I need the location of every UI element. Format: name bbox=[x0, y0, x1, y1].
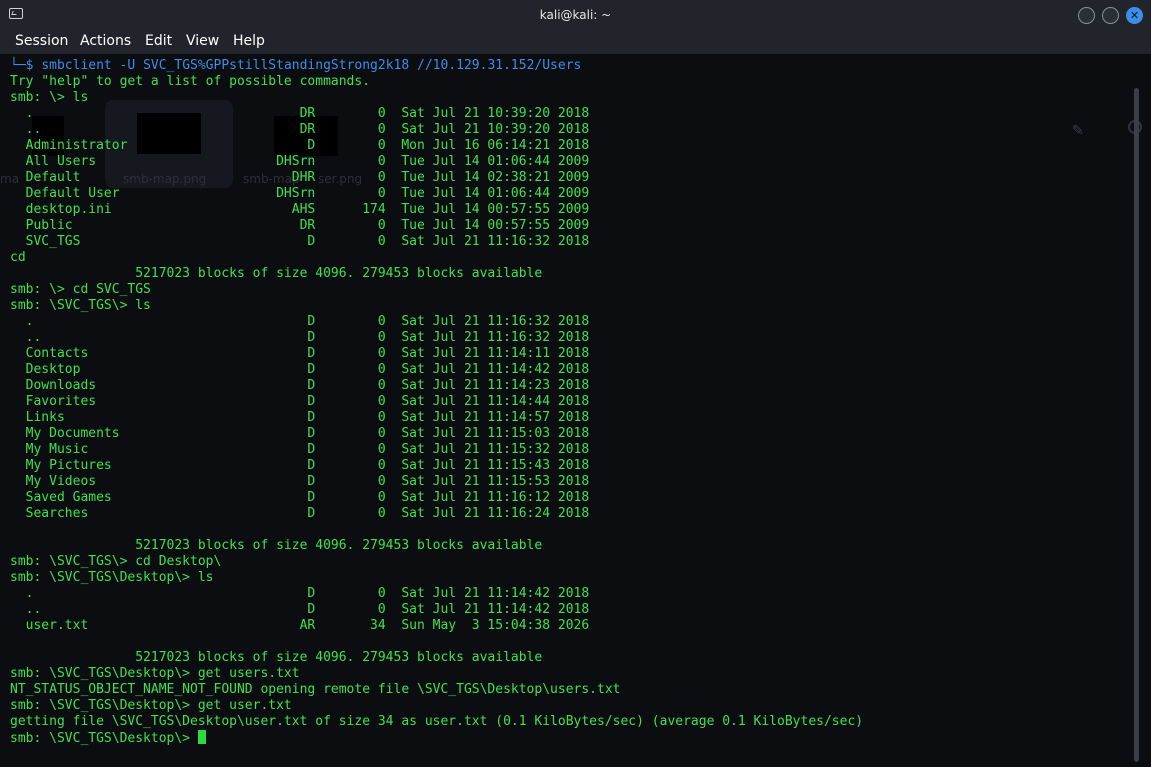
terminal-line: smb: \SVC_TGS\Desktop\> ls bbox=[10, 570, 214, 585]
terminal-line: Saved Games D 0 Sat Jul 21 11:16:12 2018 bbox=[10, 490, 590, 505]
terminal-line: 5217023 blocks of size 4096. 279453 bloc… bbox=[10, 266, 543, 281]
menu-session[interactable]: Session bbox=[15, 33, 68, 49]
close-button[interactable]: ✕ bbox=[1126, 7, 1143, 24]
terminal-line: Searches D 0 Sat Jul 21 11:16:24 2018 bbox=[10, 506, 590, 521]
title-bar[interactable]: kali@kali: ~ ✕ bbox=[0, 0, 1151, 30]
terminal-line: NT_STATUS_OBJECT_NAME_NOT_FOUND opening … bbox=[10, 682, 621, 697]
terminal-output-area[interactable]: ma smb-map.png smb-map ser.png ✎ └─$ smb… bbox=[0, 54, 1142, 767]
command-name: smbclient bbox=[41, 58, 112, 73]
output-lines: Try "help" to get a list of possible com… bbox=[10, 74, 863, 730]
active-prompt-line[interactable]: smb: \SVC_TGS\Desktop\> bbox=[10, 730, 863, 746]
terminal-line: 5217023 blocks of size 4096. 279453 bloc… bbox=[10, 650, 543, 665]
menu-edit[interactable]: Edit bbox=[145, 33, 172, 49]
prompt-branch: └─ bbox=[10, 58, 26, 73]
menu-bar: Session Actions Edit View Help bbox=[0, 30, 1151, 54]
terminal-line: Default DHR 0 Tue Jul 14 02:38:21 2009 bbox=[10, 170, 590, 185]
terminal-line: Administrator D 0 Mon Jul 16 06:14:21 20… bbox=[10, 138, 590, 153]
terminal-line: .. D 0 Sat Jul 21 11:16:32 2018 bbox=[10, 330, 590, 345]
terminal-line: smb: \> ls bbox=[10, 90, 89, 105]
terminal-line: SVC_TGS D 0 Sat Jul 21 11:16:32 2018 bbox=[10, 234, 590, 249]
terminal-line: My Documents D 0 Sat Jul 21 11:15:03 201… bbox=[10, 426, 590, 441]
terminal-line: Downloads D 0 Sat Jul 21 11:14:23 2018 bbox=[10, 378, 590, 393]
command-arguments: -U SVC_TGS%GPPstillStandingStrong2k18 //… bbox=[111, 58, 582, 73]
terminal-line: Public DR 0 Tue Jul 14 00:57:55 2009 bbox=[10, 218, 590, 233]
terminal-line: 5217023 blocks of size 4096. 279453 bloc… bbox=[10, 538, 543, 553]
terminal-line: My Videos D 0 Sat Jul 21 11:15:53 2018 bbox=[10, 474, 590, 489]
terminal-line: user.txt AR 34 Sun May 3 15:04:38 2026 bbox=[10, 618, 590, 633]
terminal-window: kali@kali: ~ ✕ Session Actions Edit View… bbox=[0, 0, 1151, 767]
active-prompt: smb: \SVC_TGS\Desktop\> bbox=[10, 731, 198, 746]
terminal-line: .. D 0 Sat Jul 21 11:14:42 2018 bbox=[10, 602, 590, 617]
terminal-line: desktop.ini AHS 174 Tue Jul 14 00:57:55 … bbox=[10, 202, 590, 217]
command-line: └─$ smbclient -U SVC_TGS%GPPstillStandin… bbox=[10, 58, 863, 74]
terminal-line: My Pictures D 0 Sat Jul 21 11:15:43 2018 bbox=[10, 458, 590, 473]
terminal-line: Contacts D 0 Sat Jul 21 11:14:11 2018 bbox=[10, 346, 590, 361]
terminal-line: . D 0 Sat Jul 21 11:14:42 2018 bbox=[10, 586, 590, 601]
terminal-line: My Music D 0 Sat Jul 21 11:15:32 2018 bbox=[10, 442, 590, 457]
minimize-button[interactable] bbox=[1078, 7, 1095, 24]
terminal-line: All Users DHSrn 0 Tue Jul 14 01:06:44 20… bbox=[10, 154, 590, 169]
terminal-line: smb: \SVC_TGS\Desktop\> get users.txt bbox=[10, 666, 300, 681]
prompt-symbol: $ bbox=[25, 58, 34, 73]
terminal-line: Links D 0 Sat Jul 21 11:14:57 2018 bbox=[10, 410, 590, 425]
terminal-line: cd bbox=[10, 250, 26, 265]
terminal-line: Try "help" to get a list of possible com… bbox=[10, 74, 371, 89]
menu-view[interactable]: View bbox=[186, 33, 219, 49]
pencil-icon[interactable]: ✎ bbox=[1072, 123, 1084, 139]
terminal-line: Default User DHSrn 0 Tue Jul 14 01:06:44… bbox=[10, 186, 590, 201]
terminal-line: Favorites D 0 Sat Jul 21 11:14:44 2018 bbox=[10, 394, 590, 409]
terminal-line: smb: \SVC_TGS\> ls bbox=[10, 298, 151, 313]
terminal-line: smb: \SVC_TGS\Desktop\> get user.txt bbox=[10, 698, 292, 713]
vertical-scrollbar[interactable] bbox=[1134, 88, 1139, 762]
maximize-button[interactable] bbox=[1102, 7, 1119, 24]
terminal-text: └─$ smbclient -U SVC_TGS%GPPstillStandin… bbox=[10, 58, 863, 746]
terminal-line: Desktop D 0 Sat Jul 21 11:14:42 2018 bbox=[10, 362, 590, 377]
terminal-line: .. DR 0 Sat Jul 21 10:39:20 2018 bbox=[10, 122, 590, 137]
window-title: kali@kali: ~ bbox=[539, 8, 612, 22]
terminal-line: . DR 0 Sat Jul 21 10:39:20 2018 bbox=[10, 106, 590, 121]
terminal-line: smb: \> cd SVC_TGS bbox=[10, 282, 151, 297]
menu-actions[interactable]: Actions bbox=[80, 33, 131, 49]
text-cursor bbox=[197, 730, 206, 744]
terminal-line: getting file \SVC_TGS\Desktop\user.txt o… bbox=[10, 714, 864, 729]
menu-help[interactable]: Help bbox=[233, 33, 265, 49]
terminal-line: . D 0 Sat Jul 21 11:16:32 2018 bbox=[10, 314, 590, 329]
terminal-line: smb: \SVC_TGS\> cd Desktop\ bbox=[10, 554, 222, 569]
